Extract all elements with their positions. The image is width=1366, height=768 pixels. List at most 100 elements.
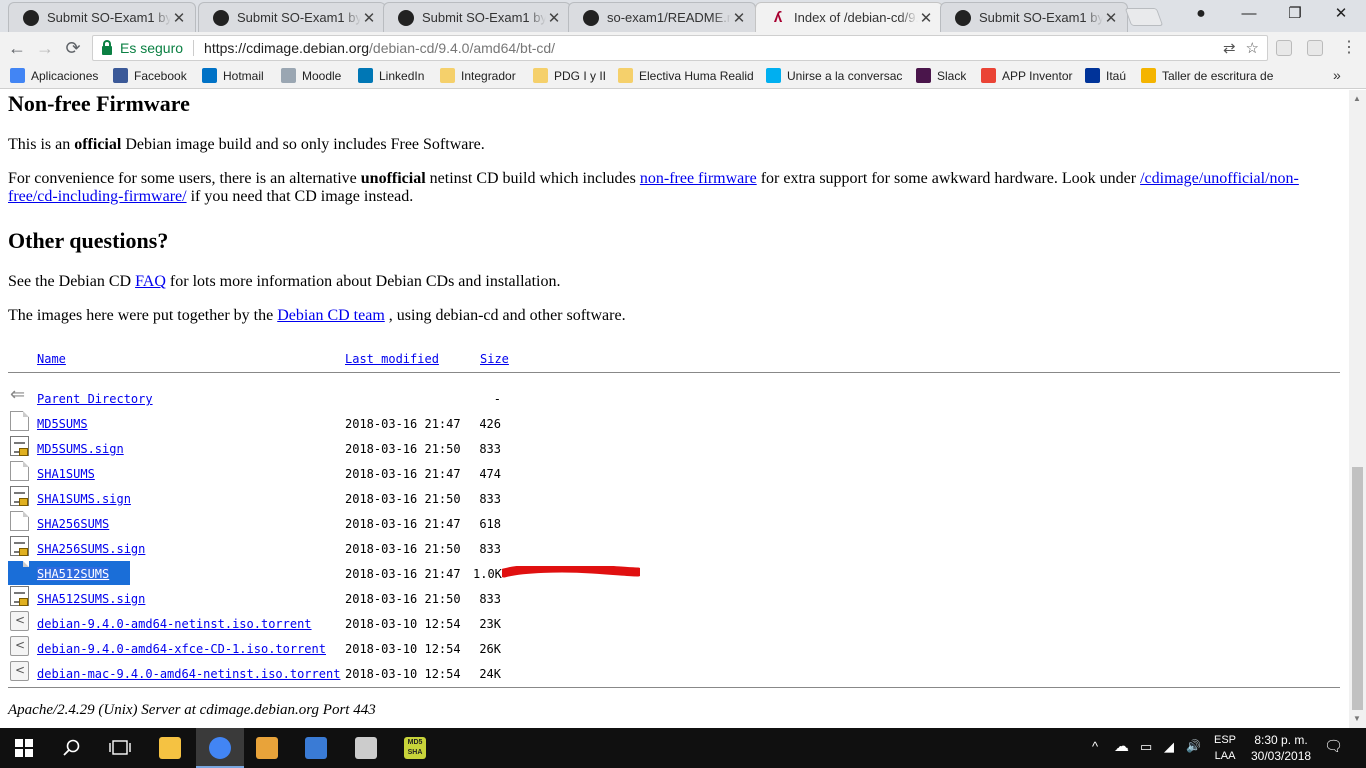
- windows-start-icon[interactable]: [12, 736, 36, 760]
- signature-file-icon[interactable]: [10, 586, 29, 606]
- browser-tab[interactable]: Submit SO-Exam1 by le✕: [940, 2, 1128, 32]
- bookmark-item[interactable]: PDG I y II: [533, 68, 606, 83]
- torrent-file-icon[interactable]: [10, 636, 29, 656]
- bookmark-label: Slack: [937, 68, 967, 83]
- bookmark-label: Electiva Huma Realid:: [639, 68, 753, 83]
- bookmark-item[interactable]: Hotmail: [202, 68, 264, 83]
- browser-tab[interactable]: Submit SO-Exam1 by le✕: [198, 2, 386, 32]
- signature-file-icon[interactable]: [10, 486, 29, 506]
- wifi-icon[interactable]: ◢: [1164, 739, 1174, 755]
- file-link[interactable]: SHA256SUMS.sign: [37, 542, 145, 556]
- reload-button[interactable]: ⟳: [62, 37, 84, 59]
- bookmark-item[interactable]: Moodle: [281, 68, 341, 83]
- file-link[interactable]: SHA1SUMS: [37, 467, 95, 481]
- md5-sha-icon[interactable]: MD5 SHA: [391, 728, 439, 768]
- text-file-icon[interactable]: [10, 461, 29, 481]
- browser-tab[interactable]: so-exam1/README.md✕: [568, 2, 756, 32]
- extension-icon[interactable]: [1307, 40, 1323, 56]
- bookmarks-overflow-button[interactable]: »: [1333, 67, 1341, 83]
- action-center-icon[interactable]: 🗨: [1324, 737, 1343, 755]
- scroll-up-arrow[interactable]: ▲: [1353, 94, 1361, 103]
- signature-file-icon[interactable]: [10, 436, 29, 456]
- restore-button[interactable]: ❐: [1272, 0, 1318, 30]
- media-player-icon[interactable]: [243, 728, 291, 768]
- close-tab-icon[interactable]: ✕: [731, 9, 747, 27]
- file-link[interactable]: debian-9.4.0-amd64-netinst.iso.torrent: [37, 617, 312, 631]
- text-file-icon[interactable]: [10, 411, 29, 431]
- forward-button[interactable]: →: [34, 37, 56, 59]
- torrent-file-icon[interactable]: [10, 611, 29, 631]
- file-link[interactable]: SHA256SUMS: [37, 517, 109, 531]
- scroll-down-arrow[interactable]: ▼: [1353, 714, 1361, 723]
- non-free-firmware-link[interactable]: non-free firmware: [640, 170, 757, 187]
- language-indicator[interactable]: ESP LAA: [1214, 732, 1236, 764]
- chrome-icon[interactable]: [196, 728, 244, 768]
- close-tab-icon[interactable]: ✕: [171, 9, 187, 27]
- file-size: 833: [479, 442, 501, 456]
- bookmark-item[interactable]: Unirse a la conversac: [766, 68, 902, 83]
- sort-by-name-link[interactable]: Name: [37, 352, 66, 366]
- close-tab-icon[interactable]: ✕: [361, 9, 377, 27]
- bookmark-item[interactable]: APP Inventor: [981, 68, 1073, 83]
- url-host: https://cdimage.debian.org: [204, 40, 370, 56]
- bookmark-item[interactable]: Slack: [916, 68, 966, 83]
- scrollbar-thumb[interactable]: [1352, 467, 1363, 710]
- bookmark-item[interactable]: LinkedIn: [358, 68, 424, 83]
- minimize-button[interactable]: —: [1226, 0, 1272, 30]
- file-link[interactable]: SHA512SUMS: [37, 567, 110, 581]
- translate-icon[interactable]: ⇄: [1223, 40, 1236, 57]
- bookmark-item[interactable]: Facebook: [113, 68, 187, 83]
- text-file-icon[interactable]: [10, 561, 29, 581]
- task-view-icon[interactable]: [108, 736, 132, 760]
- address-bar[interactable]: Es seguro https://cdimage.debian.org/deb…: [92, 35, 1268, 61]
- close-tab-icon[interactable]: ✕: [546, 9, 562, 27]
- listing-row: MD5SUMS 2018-03-16 21:47 426: [0, 411, 700, 436]
- browser-menu-icon[interactable]: ⋮: [1341, 37, 1357, 57]
- back-button[interactable]: ←: [6, 37, 28, 59]
- browser-tab[interactable]: Submit SO-Exam1 by le✕: [8, 2, 196, 32]
- extension-skype-icon[interactable]: [1276, 40, 1292, 56]
- file-link[interactable]: SHA512SUMS.sign: [37, 592, 145, 606]
- file-link[interactable]: MD5SUMS.sign: [37, 442, 124, 456]
- new-tab-button[interactable]: [1124, 8, 1164, 26]
- faq-link[interactable]: FAQ: [135, 273, 166, 290]
- profile-icon[interactable]: ●: [1178, 0, 1224, 30]
- tray-overflow-icon[interactable]: ^: [1092, 739, 1098, 754]
- file-link[interactable]: debian-mac-9.4.0-amd64-netinst.iso.torre…: [37, 667, 340, 681]
- signature-file-icon[interactable]: [10, 536, 29, 556]
- bookmark-item[interactable]: Taller de escritura de: [1141, 68, 1273, 83]
- file-link[interactable]: SHA1SUMS.sign: [37, 492, 131, 506]
- system-clock[interactable]: 8:30 p. m. 30/03/2018: [1251, 732, 1311, 764]
- battery-icon[interactable]: ▭: [1140, 739, 1152, 755]
- debian-cd-team-link[interactable]: Debian CD team: [277, 307, 385, 324]
- close-tab-icon[interactable]: ✕: [918, 9, 934, 27]
- volume-icon[interactable]: 🔊: [1186, 739, 1201, 753]
- taskbar-app-glyph: [159, 737, 181, 759]
- file-link[interactable]: debian-9.4.0-amd64-xfce-CD-1.iso.torrent: [37, 642, 326, 656]
- sort-by-modified-link[interactable]: Last modified: [345, 352, 439, 366]
- browser-tab[interactable]: ʎ Index of /debian-cd/9.4 ✕: [755, 2, 943, 32]
- file-link[interactable]: Parent Directory: [37, 392, 153, 406]
- p1-text: This is an: [8, 136, 75, 153]
- questions-heading: Other questions?: [8, 228, 169, 253]
- bookmark-item[interactable]: Electiva Huma Realid:: [618, 68, 753, 83]
- file-explorer-icon[interactable]: [146, 728, 194, 768]
- bookmark-item[interactable]: Integrador: [440, 68, 516, 83]
- browser-tab[interactable]: Submit SO-Exam1 by le✕: [383, 2, 571, 32]
- sort-by-size-link[interactable]: Size: [480, 352, 509, 366]
- text-file-icon[interactable]: [10, 511, 29, 531]
- search-icon[interactable]: [60, 736, 84, 760]
- bookmark-label: PDG I y II: [554, 68, 607, 83]
- back-arrow-icon[interactable]: ⇐: [10, 386, 29, 406]
- bookmark-item[interactable]: Aplicaciones: [10, 68, 98, 83]
- close-tab-icon[interactable]: ✕: [1103, 9, 1119, 27]
- bookmark-item[interactable]: Itaú: [1085, 68, 1126, 83]
- close-window-button[interactable]: ✕: [1318, 0, 1364, 30]
- paint-icon[interactable]: [342, 728, 390, 768]
- file-modified: 2018-03-10 12:54: [345, 667, 461, 681]
- torrent-file-icon[interactable]: [10, 661, 29, 681]
- file-link[interactable]: MD5SUMS: [37, 417, 88, 431]
- virtualbox-icon[interactable]: [292, 728, 340, 768]
- star-icon[interactable]: ☆: [1246, 40, 1259, 57]
- onedrive-icon[interactable]: ☁: [1114, 737, 1129, 755]
